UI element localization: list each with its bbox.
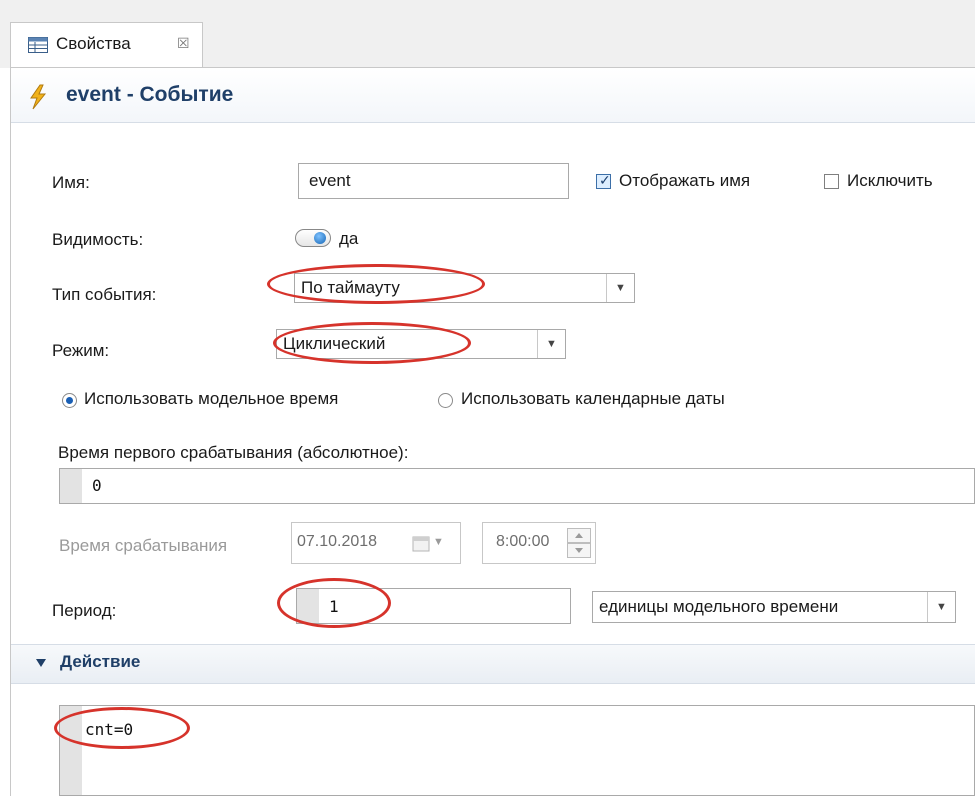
visibility-toggle[interactable] bbox=[295, 229, 331, 247]
first-time-value: 0 bbox=[92, 476, 102, 495]
close-icon[interactable]: ☒ bbox=[177, 34, 190, 52]
collapse-triangle-icon[interactable] bbox=[36, 659, 46, 667]
first-time-input[interactable]: 0 bbox=[59, 468, 975, 504]
properties-table-icon bbox=[28, 37, 48, 53]
trigger-time-value: 8:00:00 bbox=[496, 533, 550, 550]
name-input[interactable]: event bbox=[298, 163, 569, 199]
action-section-header[interactable] bbox=[11, 644, 975, 684]
lightning-icon bbox=[30, 84, 47, 110]
calendar-dates-label: Использовать календарные даты bbox=[461, 389, 725, 408]
exclude-checkbox[interactable] bbox=[824, 174, 839, 189]
visibility-value: да bbox=[339, 229, 359, 248]
first-time-label: Время первого срабатывания (абсолютное): bbox=[58, 443, 409, 462]
mode-label: Режим: bbox=[52, 341, 110, 360]
calendar-dates-radio[interactable] bbox=[438, 393, 453, 408]
spinner-arrows-icon[interactable] bbox=[567, 528, 591, 558]
trigger-time-label: Время срабатывания bbox=[59, 536, 228, 555]
tab-label: Свойства bbox=[56, 34, 131, 53]
period-units-select[interactable]: единицы модельного времени ▼ bbox=[592, 591, 956, 623]
period-units-value: единицы модельного времени bbox=[599, 597, 839, 616]
trigger-time-spinner[interactable]: 8:00:00 bbox=[482, 522, 596, 564]
checkmark-icon: ✓ bbox=[599, 172, 611, 188]
chevron-down-icon[interactable]: ▼ bbox=[606, 274, 634, 302]
trigger-date-value: 07.10.2018 bbox=[297, 533, 378, 550]
calendar-icon[interactable] bbox=[412, 535, 430, 553]
model-time-label: Использовать модельное время bbox=[84, 389, 339, 408]
page-title: event - Событие bbox=[66, 83, 234, 106]
action-code-editor[interactable]: cnt=0 bbox=[59, 705, 975, 796]
show-name-label: Отображать имя bbox=[619, 171, 751, 190]
period-label: Период: bbox=[52, 601, 117, 620]
name-label: Имя: bbox=[52, 173, 90, 192]
annotation-ellipse bbox=[277, 578, 391, 628]
event-type-label: Тип события: bbox=[52, 285, 157, 304]
tab-properties[interactable]: Свойства ☒ bbox=[10, 22, 203, 67]
code-gutter bbox=[60, 469, 82, 503]
annotation-ellipse bbox=[54, 707, 190, 749]
trigger-date-picker[interactable]: 07.10.2018 ▼ bbox=[291, 522, 461, 564]
action-section-title[interactable]: Действие bbox=[60, 652, 140, 672]
chevron-down-icon[interactable]: ▼ bbox=[537, 330, 565, 358]
annotation-ellipse bbox=[273, 322, 471, 364]
toggle-knob bbox=[314, 232, 326, 244]
chevron-down-icon[interactable]: ▼ bbox=[927, 592, 955, 622]
exclude-label: Исключить bbox=[847, 171, 933, 190]
visibility-label: Видимость: bbox=[52, 230, 144, 249]
chevron-down-icon[interactable]: ▼ bbox=[433, 523, 444, 561]
model-time-radio[interactable] bbox=[62, 393, 77, 408]
show-name-checkbox[interactable]: ✓ bbox=[596, 172, 611, 189]
radio-selected-dot bbox=[66, 397, 73, 404]
annotation-ellipse bbox=[267, 264, 485, 304]
